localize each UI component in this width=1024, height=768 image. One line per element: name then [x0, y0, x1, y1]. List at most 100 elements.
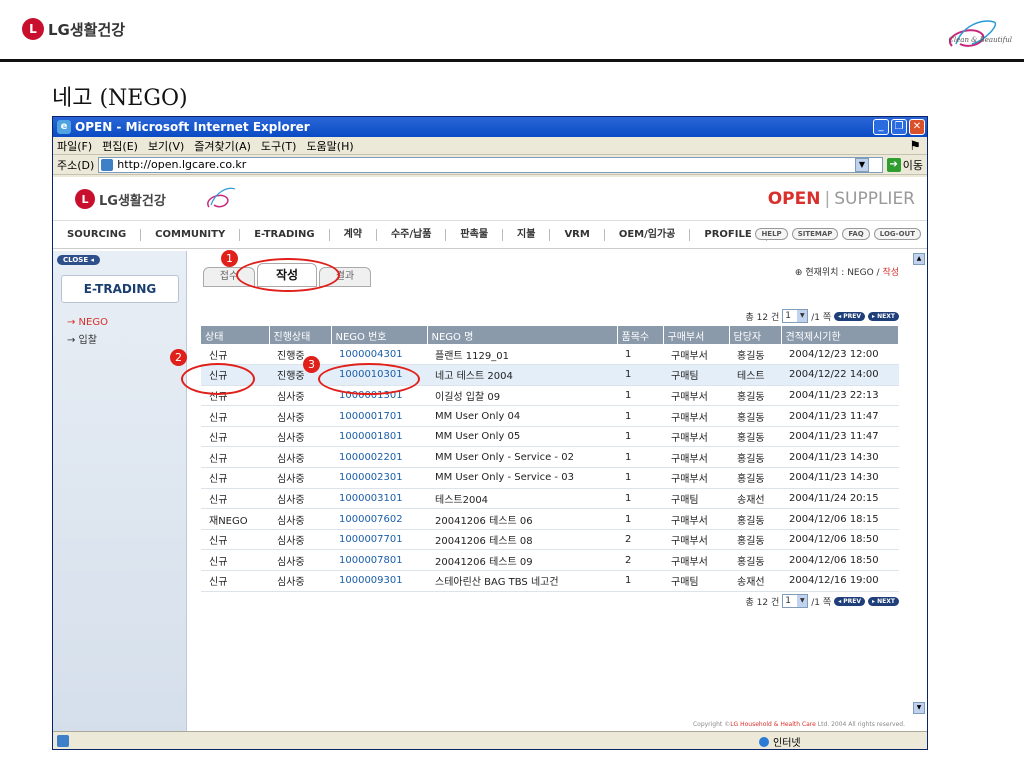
site-header: L LG생활건강 OPEN | SUPPLIER: [53, 177, 927, 221]
total-count: 총 12 건: [745, 597, 780, 608]
scroll-down-button[interactable]: ▼: [913, 702, 925, 714]
table-row[interactable]: 재NEGO 심사중 1000007602 20041206 테스트 06 1 구매부서 홍길…: [201, 508, 899, 530]
minimize-button[interactable]: _: [873, 119, 889, 135]
address-bar: 주소(D) http://open.lgcare.co.kr ➔ 이동: [53, 155, 927, 175]
table-row[interactable]: 신규 심사중 1000007801 20041206 테스트 09 2 구매부서 홍길동 20…: [201, 549, 899, 572]
nego-number-link[interactable]: 1000003101: [331, 488, 427, 510]
clean-beautiful-text: Clean & Beautiful: [948, 36, 1012, 44]
col-manager: 담당자: [729, 326, 782, 344]
table-row[interactable]: 신규 심사중 1000001701 MM User Only 04 1 구매부서 홍길동 20…: [201, 405, 899, 427]
table-row[interactable]: 신규 심사중 1000001301 이길성 입찰 09 1 구매부서 홍길동 2004/11/…: [201, 385, 899, 407]
help-button[interactable]: HELP: [755, 228, 788, 240]
col-status: 상태: [201, 326, 270, 344]
table-row[interactable]: 신규 심사중 1000009301 스테아린산 BAG TBS 네고건 1 구매팀 송재선 2…: [201, 570, 899, 592]
nego-number-link[interactable]: 1000001801: [331, 426, 427, 448]
lg-logo-icon: L: [75, 189, 95, 209]
status-bar: 인터넷: [53, 731, 927, 749]
next-button[interactable]: ▸ NEXT: [868, 311, 899, 321]
slide-title: 네고 (NEGO): [52, 86, 188, 111]
nav-vrm[interactable]: VRM: [550, 228, 605, 241]
menu-tools[interactable]: 도구(T): [261, 138, 297, 154]
site-logo[interactable]: L LG생활건강: [75, 189, 166, 209]
faq-button[interactable]: FAQ: [842, 228, 870, 240]
copyright: Copyright ©LG Household & Health Care Lt…: [692, 721, 905, 728]
nego-number-link[interactable]: 1000007801: [331, 549, 427, 572]
table-row[interactable]: 신규 심사중 1000007701 20041206 테스트 08 2 구매부서 홍길동 20…: [201, 529, 899, 551]
sidebar-close-button[interactable]: CLOSE ◂: [57, 255, 101, 265]
logout-button[interactable]: LOG-OUT: [873, 228, 921, 240]
col-item-count: 품목수: [617, 326, 664, 344]
menu-file[interactable]: 파일(F): [57, 138, 92, 154]
windows-flag-icon: ⚑: [909, 139, 921, 154]
table-row[interactable]: 신규 심사중 1000002201 MM User Only - Service - …: [201, 446, 899, 469]
next-button[interactable]: ▸ NEXT: [868, 596, 899, 606]
nego-number-link[interactable]: 1000002301: [331, 467, 427, 489]
table-row[interactable]: 신규 심사중 1000003101 테스트2004 1 구매팀 송재선 2004/11/24 …: [201, 488, 899, 510]
nav-sourcing[interactable]: SOURCING: [53, 228, 142, 241]
col-dept: 구매부서: [663, 326, 730, 344]
window-title: OPEN - Microsoft Internet Explorer: [75, 120, 310, 134]
close-window-button[interactable]: ✕: [909, 119, 925, 135]
main-panel: 접수 작성 결과 ⊕ 현재위치 : NEGO / 작성 총 12 건 1 ▼ /1…: [189, 251, 913, 732]
nav-order-delivery[interactable]: 수주/납품: [377, 228, 447, 241]
breadcrumb-current: 작성: [882, 268, 899, 278]
nav-contract[interactable]: 계약: [330, 228, 377, 241]
col-nego-name: NEGO 명: [427, 326, 618, 344]
callout-marker-3: 3: [303, 356, 320, 373]
menu-favorites[interactable]: 즐겨찾기(A): [194, 138, 251, 154]
maximize-button[interactable]: ❐: [891, 119, 907, 135]
menu-view[interactable]: 보기(V): [148, 138, 184, 154]
page-icon: [57, 734, 69, 747]
page-select[interactable]: 1 ▼: [782, 594, 809, 608]
callout-ellipse-status: [181, 363, 255, 395]
page-content: L LG생활건강 OPEN | SUPPLIER SOURCING COMMUNIT…: [53, 177, 927, 732]
nego-number-link[interactable]: 1000004301: [331, 344, 427, 366]
slide-brand-text: LG생활건강: [48, 20, 126, 39]
sitemap-button[interactable]: SITEMAP: [791, 228, 839, 240]
nego-number-link[interactable]: 1000007602: [331, 508, 427, 530]
nego-number-link[interactable]: 1000002201: [331, 446, 427, 469]
sidebar-item-bid[interactable]: → 입찰: [67, 331, 97, 346]
table-row[interactable]: 신규 심사중 1000002301 MM User Only - Service - …: [201, 467, 899, 489]
lg-logo-icon: L: [22, 18, 44, 40]
table-row[interactable]: 신규 심사중 1000001801 MM User Only 05 1 구매부서 홍길동 20…: [201, 426, 899, 448]
nav-e-trading[interactable]: E-TRADING: [240, 228, 330, 241]
col-progress: 진행상태: [269, 326, 332, 344]
callout-ellipse-tab: [236, 258, 340, 292]
window-titlebar[interactable]: e OPEN - Microsoft Internet Explorer: [53, 117, 927, 137]
nav-payment[interactable]: 지불: [503, 228, 551, 241]
sidebar-item-nego[interactable]: → NEGO: [67, 317, 108, 328]
nav-promotion[interactable]: 판촉물: [446, 228, 504, 241]
clean-beautiful-logo-icon: [949, 20, 997, 47]
menu-edit[interactable]: 편집(E): [102, 138, 138, 154]
pager-bottom: 총 12 건 1 ▼ /1 쪽 ◂ PREV ▸ NEXT: [746, 594, 899, 608]
nego-number-link[interactable]: 1000001701: [331, 405, 427, 427]
address-input[interactable]: http://open.lgcare.co.kr: [98, 156, 883, 173]
page-select[interactable]: 1 ▼: [782, 309, 809, 323]
chevron-down-icon: ▼: [797, 595, 808, 607]
callout-marker-2: 2: [170, 349, 187, 366]
go-arrow-icon: ➔: [886, 157, 901, 172]
security-zone: 인터넷: [759, 734, 801, 749]
page-total: /1 쪽: [811, 312, 832, 323]
pager-top: 총 12 건 1 ▼ /1 쪽 ◂ PREV ▸ NEXT: [746, 309, 899, 323]
prev-button[interactable]: ◂ PREV: [834, 311, 866, 321]
breadcrumb-bullet-icon: ⊕: [794, 268, 803, 278]
open-text: OPEN: [767, 189, 821, 209]
breadcrumb: ⊕ 현재위치 : NEGO / 작성: [795, 265, 899, 278]
scroll-up-button[interactable]: ▲: [913, 253, 925, 265]
nav-oem[interactable]: OEM/임가공: [605, 228, 691, 241]
total-count: 총 12 건: [745, 312, 780, 323]
globe-icon: [759, 736, 769, 747]
go-button[interactable]: ➔ 이동: [886, 157, 923, 173]
prev-button[interactable]: ◂ PREV: [834, 596, 866, 606]
site-brand-text: LG생활건강: [99, 193, 166, 209]
nego-number-link[interactable]: 1000009301: [331, 570, 427, 592]
menu-bar: 파일(F) 편집(E) 보기(V) 즐겨찾기(A) 도구(T) 도움말(H): [53, 137, 927, 155]
nego-number-link[interactable]: 1000007701: [331, 529, 427, 551]
nav-community[interactable]: COMMUNITY: [141, 228, 241, 241]
menu-help[interactable]: 도움말(H): [306, 138, 353, 154]
callout-marker-1: 1: [221, 250, 238, 267]
page-total: /1 쪽: [811, 597, 832, 608]
address-dropdown-icon[interactable]: ▼: [855, 158, 869, 172]
